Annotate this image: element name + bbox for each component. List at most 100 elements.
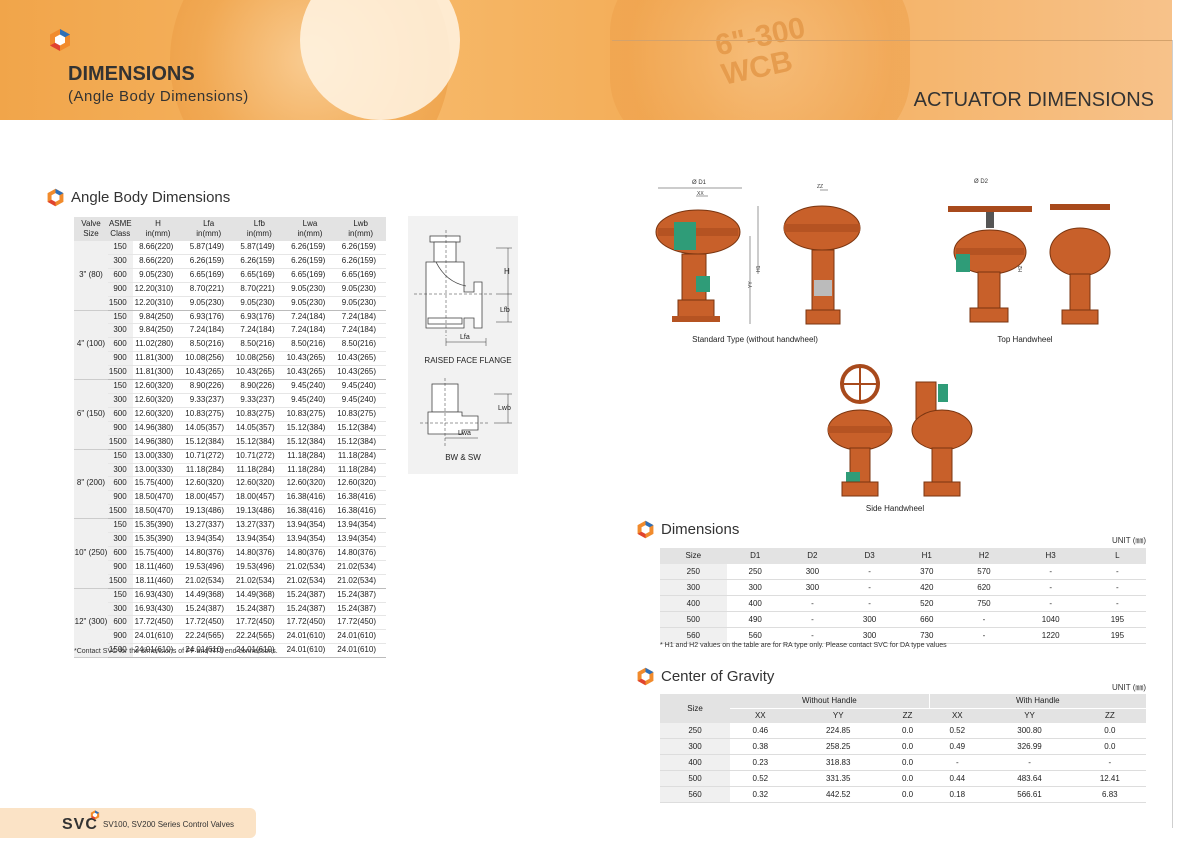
angle-body-header: Lfb in(mm) (234, 217, 285, 241)
table-row: 1500 11.81(300) 10.43(265) 10.43(265) 10.43(… (74, 365, 386, 381)
top-handwheel-drawing: Ø D2 H2 (948, 179, 1111, 325)
dimension-cell: 7.24(184) (335, 310, 386, 325)
gravity-cell: 0.46 (730, 723, 791, 739)
asme-class-cell: 600 (107, 337, 133, 353)
table-row: 1500 18.11(460) 21.02(534) 21.02(534) 21.02(… (74, 574, 386, 589)
dimension-cell: 14.05(357) (234, 421, 285, 436)
gravity-cell: 500 (660, 770, 730, 787)
dimension-cell: 15.12(384) (335, 421, 386, 436)
table-row: 400 0.23 318.83 0.0- - - (660, 754, 1146, 771)
dimension-cell: 9.45(240) (284, 379, 336, 394)
dimension-cell: 15.35(390) (132, 532, 184, 547)
dimensions-cell: 520 (898, 595, 956, 612)
dimensions-cell: 370 (898, 564, 956, 580)
svc-logo-icon (50, 29, 70, 51)
dimensions-cell: - (955, 627, 1013, 644)
table-row: 300 300 300-420 620- - (660, 579, 1146, 596)
dimension-cell: 11.18(284) (284, 449, 336, 464)
dimension-cell: 6.65(169) (183, 268, 234, 283)
gravity-cell: 400 (660, 754, 730, 771)
gravity-cell: 224.85 (790, 723, 886, 739)
dimension-cell: 8.50(216) (284, 337, 336, 353)
dimension-cell: 24.01(610) (335, 629, 386, 645)
dimensions-cell: 570 (955, 564, 1013, 580)
dimension-cell: 7.24(184) (183, 323, 234, 339)
gravity-cell: 0.0 (885, 786, 930, 803)
dim-label-lfb: Lfb (500, 307, 510, 314)
dimension-cell: 13.00(330) (132, 463, 184, 478)
dimension-cell: 12.60(320) (132, 393, 184, 408)
angle-body-note: *Contact SVC for the dimensions of FF an… (74, 648, 278, 655)
dimension-cell: 10.83(275) (335, 407, 386, 422)
dimensions-cell: 500 (660, 611, 727, 628)
asme-class-cell: 1500 (107, 435, 133, 450)
dimension-cell: 9.45(240) (335, 393, 386, 408)
dimension-cell: 15.24(387) (284, 588, 336, 603)
section-title-angle-body: Angle Body Dimensions (46, 188, 230, 207)
dim-label-lwb: Lwb (498, 405, 511, 412)
dimension-cell: 10.83(275) (234, 407, 285, 422)
dimension-cell: 8.50(216) (234, 337, 285, 353)
dimension-cell: 13.94(354) (183, 532, 234, 547)
gravity-cell: 0.23 (730, 754, 791, 771)
right-page-title: ACTUATOR DIMENSIONS (913, 89, 1154, 111)
dimension-cell: 16.38(416) (284, 490, 336, 506)
gravity-cell: 6.83 (1073, 786, 1146, 803)
table-row: 600 12.60(320) 10.83(275) 10.83(275) 10.83(2… (74, 407, 386, 422)
dimension-cell: 17.72(450) (234, 615, 285, 631)
table-row: 12" (300) 150 16.93(430) 14.49(368) 14.49(36… (74, 588, 386, 659)
section-title-gravity: Center of Gravity (636, 667, 774, 686)
gravity-cell: 0.52 (929, 723, 986, 739)
dimension-cell: 8.90(226) (234, 379, 285, 394)
dimension-cell: 18.11(460) (132, 560, 184, 575)
table-row: 560 0.32 442.52 0.0 0.18 566.61 6.83 (660, 786, 1146, 803)
dimension-cell: 5.87(149) (234, 241, 285, 255)
gravity-cell: - (985, 754, 1074, 771)
dimensions-cell: 1220 (1012, 627, 1089, 644)
dimension-cell: 12.20(310) (132, 282, 184, 297)
dimension-cell: 21.02(534) (234, 574, 285, 589)
frame-line (612, 40, 1172, 41)
dimension-cell: 8.50(216) (335, 337, 386, 353)
dimension-cell: 9.05(230) (335, 282, 386, 297)
dimensions-table: Size D1 D2 D3 H1 H2 H3 L 250 250 300-370 570- -300 3… (660, 548, 1146, 644)
valve-size-cell: 6" (150) (74, 379, 108, 450)
asme-class-cell: 300 (107, 602, 133, 617)
dimensions-header: L (1088, 548, 1146, 564)
asme-class-cell: 150 (107, 241, 133, 255)
dimension-cell: 15.12(384) (234, 435, 285, 450)
dimension-cell: 18.50(470) (132, 490, 184, 506)
dimension-cell: 13.94(354) (335, 518, 386, 534)
table-row: 900 18.50(470) 18.00(457) 18.00(457) 16.38(4… (74, 490, 386, 506)
dimensions-cell: 400 (726, 595, 784, 612)
dimension-cell: 7.24(184) (284, 310, 336, 325)
dimensions-cell: - (841, 579, 899, 596)
table-row: 1500 12.20(310) 9.05(230) 9.05(230) 9.05(230… (74, 296, 386, 311)
asme-class-cell: 300 (107, 323, 133, 339)
dimension-cell: 10.43(265) (234, 365, 285, 381)
dimension-cell: 14.80(376) (234, 546, 285, 561)
section-title-dimensions: Dimensions (636, 520, 739, 539)
dimension-cell: 7.24(184) (234, 323, 285, 339)
dimension-cell: 6.26(159) (183, 254, 234, 269)
dimension-cell: 8.66(220) (132, 241, 184, 255)
dimension-cell: 15.12(384) (284, 435, 336, 450)
asme-class-cell: 150 (107, 449, 133, 464)
dimension-cell: 12.20(310) (132, 296, 184, 311)
dimension-cell: 15.24(387) (335, 588, 386, 603)
gravity-cell: 566.61 (985, 786, 1074, 803)
table-row: 10" (250) 150 15.35(390) 13.27(337) 13.27(33… (74, 518, 386, 589)
gravity-cell: 318.83 (790, 754, 886, 771)
dimension-cell: 15.24(387) (183, 602, 234, 617)
dimension-cell: 12.60(320) (335, 476, 386, 492)
angle-body-diagram: H Lfb Lfa Lwb Lwa (414, 230, 512, 446)
dimensions-cell: - (1088, 579, 1146, 596)
body-diagram-panel: H Lfb Lfa Lwb Lwa (408, 216, 518, 474)
table-row: 1500 18.50(470) 19.13(486) 19.13(486) 16.38(… (74, 504, 386, 520)
dimensions-cell: 195 (1088, 611, 1146, 628)
dimension-cell: 16.93(430) (132, 602, 184, 617)
gravity-cell: - (1073, 754, 1146, 771)
table-row: 300 16.93(430) 15.24(387) 15.24(387) 15.24(3… (74, 602, 386, 617)
gravity-cell: 258.25 (790, 738, 886, 755)
gravity-sub-header: XX (929, 708, 986, 723)
